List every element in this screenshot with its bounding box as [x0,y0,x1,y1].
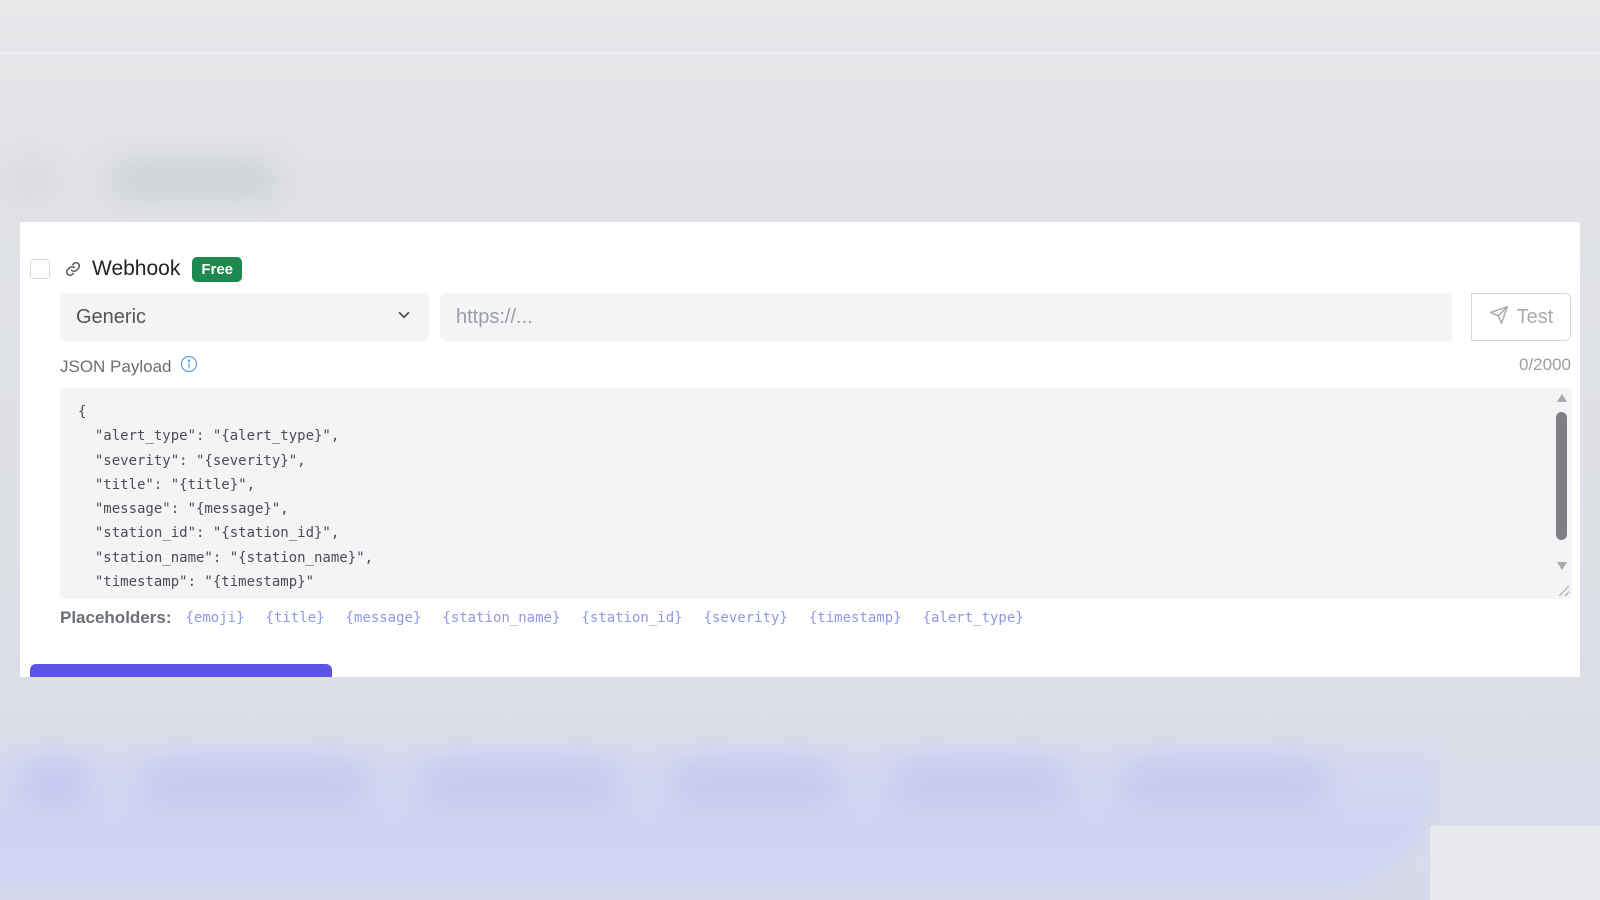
primary-action-button[interactable] [30,664,332,677]
link-icon [64,260,82,278]
background-blurred-tab [140,760,370,810]
placeholder-chip[interactable]: {severity} [704,610,788,626]
chevron-down-icon [395,306,413,329]
background-blurred-tab [1120,760,1330,810]
background-blurred-tab [420,760,620,810]
webhook-card: Webhook Free Generic Test JSON Payload [20,222,1580,677]
info-icon[interactable] [180,355,198,378]
format-select[interactable]: Generic [60,293,429,341]
json-payload-textarea[interactable]: { "alert_type": "{alert_type}", "severit… [60,388,1572,599]
scroll-up-arrow-icon[interactable] [1557,394,1567,402]
free-badge: Free [192,256,243,282]
background-blurred-tab [20,760,90,810]
payload-char-counter: 0/2000 [1519,355,1571,374]
json-payload-label: JSON Payload [60,356,172,376]
webhook-url-input[interactable] [440,293,1452,341]
background-blurred-heading [110,160,280,200]
background-divider [0,52,1600,54]
placeholder-chip[interactable]: {emoji} [186,610,245,626]
placeholder-chip[interactable]: {station_name} [442,610,560,626]
webhook-title: Webhook [92,257,181,280]
background-blurred-icon [10,165,50,195]
placeholders-row: Placeholders: {emoji} {title} {message} … [60,608,1045,628]
scroll-down-arrow-icon[interactable] [1557,562,1567,570]
placeholder-chip[interactable]: {alert_type} [923,610,1024,626]
resize-handle-icon[interactable] [1559,586,1569,596]
placeholder-chip[interactable]: {station_id} [581,610,682,626]
send-icon [1489,305,1509,330]
background-blurred-tab [890,760,1070,810]
webhook-enable-checkbox[interactable] [30,259,50,279]
placeholder-chip[interactable]: {timestamp} [809,610,902,626]
textarea-scrollbar[interactable] [1550,388,1572,599]
test-button-label: Test [1516,305,1554,328]
scroll-thumb[interactable] [1556,412,1567,540]
placeholder-chip[interactable]: {title} [266,610,325,626]
placeholders-label: Placeholders: [60,608,172,627]
background-corner [1430,826,1600,900]
test-button[interactable]: Test [1471,293,1571,341]
json-payload-label-row: JSON Payload [60,355,198,378]
webhook-header: Webhook Free [30,256,243,282]
json-payload-content: { "alert_type": "{alert_type}", "severit… [78,404,374,599]
background-blurred-tab [670,760,840,810]
placeholder-chip[interactable]: {message} [346,610,422,626]
format-select-value: Generic [76,305,147,328]
